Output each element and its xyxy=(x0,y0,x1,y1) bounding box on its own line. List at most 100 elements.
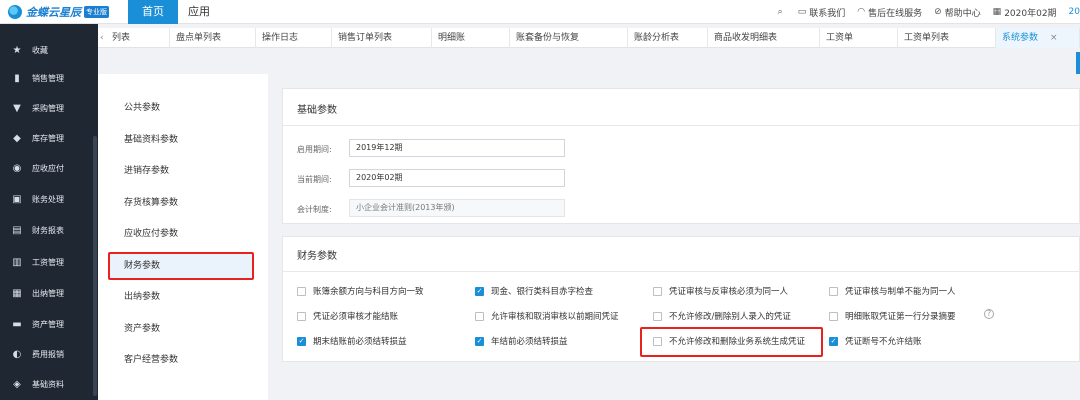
tab-label: 列表 xyxy=(112,33,131,43)
tab[interactable]: 系统参数 × xyxy=(996,28,1080,48)
tab[interactable]: 工资单 xyxy=(820,28,898,48)
tab[interactable]: 销售订单列表 xyxy=(332,28,432,48)
star-icon: ★ xyxy=(12,44,22,56)
checkbox-unchecked-icon[interactable] xyxy=(829,286,838,296)
sidebar-item[interactable]: ▮ 销售管理 xyxy=(0,64,98,92)
params-menu-item[interactable]: 进销存参数 xyxy=(108,157,254,185)
period-selector[interactable]: ▦ 2020年02期 xyxy=(993,6,1057,19)
help-link[interactable]: ⊘ 帮助中心 xyxy=(934,6,981,19)
sidebar-item[interactable]: ▼ 采购管理 xyxy=(0,94,98,122)
tab[interactable]: 账龄分析表 xyxy=(628,28,708,48)
side-panel-handle[interactable] xyxy=(1076,52,1080,74)
close-icon[interactable]: × xyxy=(1050,33,1058,43)
nav-home[interactable]: 首页 xyxy=(128,0,178,24)
finance-checkbox-label: 允许审核和取消审核以前期间凭证 xyxy=(491,312,619,322)
sidebar-item[interactable]: ▤ 财务报表 xyxy=(0,216,98,244)
sidebar-item[interactable]: ◈ 基础资料 xyxy=(0,370,98,398)
sidebar-item-label: 费用报销 xyxy=(32,349,64,359)
checkbox-unchecked-icon[interactable] xyxy=(653,311,662,321)
sidebar-item[interactable]: ▦ 出纳管理 xyxy=(0,279,98,307)
finance-checkbox[interactable]: 凭证审核与制单不能为同一人 xyxy=(829,285,956,297)
finance-checkbox[interactable]: 凭证审核与反审核必须为同一人 xyxy=(653,285,788,297)
tab[interactable]: 操作日志 xyxy=(256,28,332,48)
finance-checkbox[interactable]: 凭证必须审核才能结账 xyxy=(297,310,398,322)
sidebar-item[interactable]: ▬ 资产管理 xyxy=(0,310,98,338)
finance-checkbox[interactable]: 账簿余额方向与科目方向一致 xyxy=(297,285,424,297)
params-menu-item[interactable]: 应收应付参数 xyxy=(108,220,254,248)
tab-label: 工资单 xyxy=(826,33,854,43)
sidebar-item-label: 基础资料 xyxy=(32,379,64,389)
checkbox-checked-icon[interactable]: ✓ xyxy=(297,336,306,346)
finance-checkbox-label: 账簿余额方向与科目方向一致 xyxy=(313,287,424,297)
sidebar-scrollbar[interactable] xyxy=(93,136,97,396)
help-icon: ⊘ xyxy=(934,7,942,17)
sidebar-item[interactable]: ◆ 库存管理 xyxy=(0,124,98,152)
params-menu-item[interactable]: 公共参数 xyxy=(108,94,254,122)
tab[interactable]: 工资单列表 xyxy=(898,28,996,48)
finance-checkbox[interactable]: 不允许修改/删除别人录入的凭证 xyxy=(653,310,791,322)
sidebar-item-label: 资产管理 xyxy=(32,319,64,329)
finance-checkbox[interactable]: ✓ 期末结账前必须结转损益 xyxy=(297,335,407,347)
checkbox-unchecked-icon[interactable] xyxy=(653,286,662,296)
start-period-field[interactable]: 2019年12期 xyxy=(349,139,565,157)
divider xyxy=(283,271,1079,272)
search-button[interactable]: ⌕ xyxy=(778,7,786,17)
tab-label: 操作日志 xyxy=(262,33,299,43)
checkbox-unchecked-icon[interactable] xyxy=(829,311,838,321)
finance-checkbox[interactable]: ✓ 年结前必须结转损益 xyxy=(475,335,568,347)
sidebar-item[interactable]: ◉ 应收应付 xyxy=(0,154,98,182)
sidebar-item[interactable]: ★ 收藏 xyxy=(0,36,98,64)
sidebar-item[interactable]: ◐ 费用报销 xyxy=(0,340,98,368)
expense-icon: ◐ xyxy=(12,348,22,360)
finance-checkbox[interactable]: ✓ 现金、银行类科目赤字检查 xyxy=(475,285,593,297)
checkbox-unchecked-icon[interactable] xyxy=(297,286,306,296)
sidebar-item-label: 库存管理 xyxy=(32,133,64,143)
params-menu-item[interactable]: 财务参数 xyxy=(108,251,254,280)
support-link[interactable]: ◠ 售后在线服务 xyxy=(857,6,922,19)
sidebar-item[interactable]: ▣ 账务处理 xyxy=(0,185,98,213)
wage-icon: ▥ xyxy=(12,256,22,268)
finance-checkbox[interactable]: 允许审核和取消审核以前期间凭证 xyxy=(475,310,619,322)
contact-link[interactable]: ▭ 联系我们 xyxy=(798,6,846,19)
finance-checkbox-label: 现金、银行类科目赤字检查 xyxy=(491,287,594,297)
brand-name: 金蝶云星辰 xyxy=(26,6,81,19)
nav-app[interactable]: 应用 xyxy=(188,0,210,24)
cashier-icon: ▦ xyxy=(12,287,22,299)
divider xyxy=(283,125,1079,126)
params-menu-item[interactable]: 出纳参数 xyxy=(108,283,254,311)
tab-label: 盘点单列表 xyxy=(176,33,222,43)
sidebar-item-label: 财务报表 xyxy=(32,225,64,235)
checkbox-unchecked-icon[interactable] xyxy=(475,311,484,321)
tab-label: 销售订单列表 xyxy=(338,33,393,43)
logo[interactable]: 金蝶云星辰 专业版 xyxy=(8,4,109,20)
finance-params-title: 财务参数 xyxy=(297,251,337,262)
current-period-field[interactable]: 2020年02期 xyxy=(349,169,565,187)
checkbox-checked-icon[interactable]: ✓ xyxy=(475,336,484,346)
finance-checkbox-label: 凭证断号不允许结账 xyxy=(845,337,922,347)
tab[interactable]: 商品收发明细表 xyxy=(708,28,820,48)
tab[interactable]: 列表 xyxy=(106,28,170,48)
finance-checkbox[interactable]: 明细账取凭证第一行分录摘要 xyxy=(829,310,956,322)
tab-label: 系统参数 xyxy=(1002,33,1039,43)
checkbox-unchecked-icon[interactable] xyxy=(297,311,306,321)
params-menu-item[interactable]: 资产参数 xyxy=(108,315,254,343)
tab-label: 账套备份与恢复 xyxy=(516,33,580,43)
sidebar: ★ 收藏 ▮ 销售管理 ▼ 采购管理 ◆ 库存管理 ◉ 应收应付 ▣ 账务处理 ▤ 财务报表 ▥ 工资管理 ▦ 出… xyxy=(0,24,98,400)
help-circle-icon[interactable]: ? xyxy=(984,309,994,319)
tab[interactable]: 盘点单列表 xyxy=(170,28,256,48)
params-menu-item[interactable]: 存货核算参数 xyxy=(108,189,254,217)
tab[interactable]: 明细账 xyxy=(432,28,510,48)
tab-scroll-left[interactable]: ‹ xyxy=(98,28,104,48)
checkbox-checked-icon[interactable]: ✓ xyxy=(829,336,838,346)
params-menu-item[interactable]: 客户经营参数 xyxy=(108,346,254,374)
contact-icon: ▭ xyxy=(797,7,807,17)
tab[interactable]: 账套备份与恢复 xyxy=(510,28,628,48)
params-menu-item[interactable]: 基础资料参数 xyxy=(108,126,254,154)
finance-checkbox[interactable]: ✓ 凭证断号不允许结账 xyxy=(829,335,922,347)
finance-checkbox-label: 明细账取凭证第一行分录摘要 xyxy=(845,312,956,322)
finance-checkbox-label: 年结前必须结转损益 xyxy=(491,337,568,347)
checkbox-checked-icon[interactable]: ✓ xyxy=(475,286,484,296)
params-menu: 公共参数基础资料参数 进销存参数存货核算参数 应收应付参数 财务参数出纳参数资产参数客… xyxy=(98,74,258,400)
basic-params-card: 基础参数 启用期间: 2019年12期 当前期间: 2020年02期 会计制度:… xyxy=(282,88,1080,224)
sidebar-item[interactable]: ▥ 工资管理 xyxy=(0,248,98,276)
